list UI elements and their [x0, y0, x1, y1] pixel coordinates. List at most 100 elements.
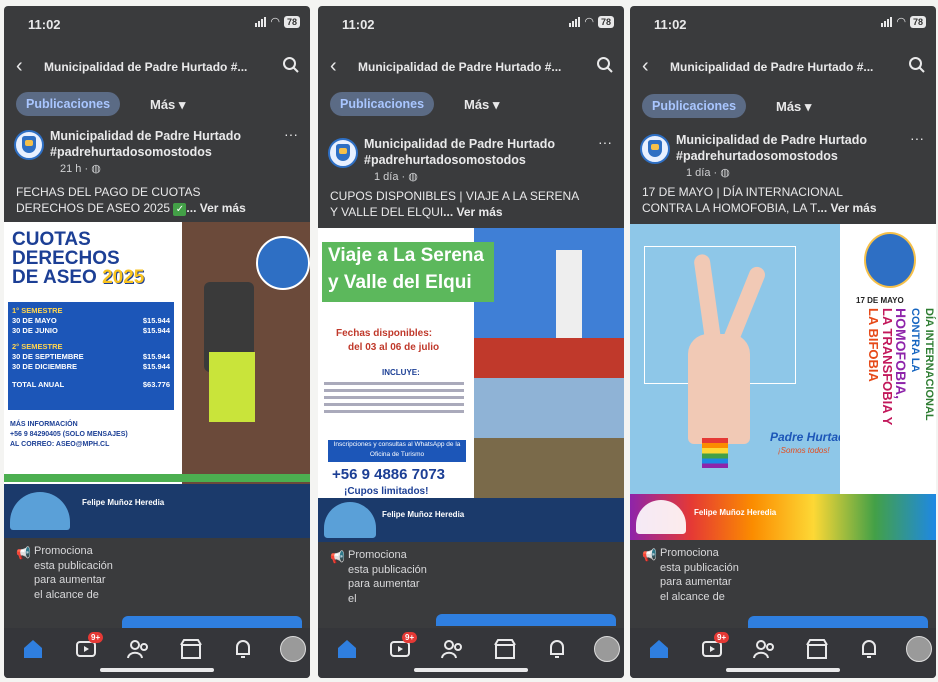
home-icon[interactable] — [646, 636, 672, 662]
author-name[interactable]: Municipalidad de Padre Hurtado — [676, 132, 906, 148]
bell-icon[interactable] — [544, 636, 570, 662]
marketplace-icon[interactable] — [804, 636, 830, 662]
bottom-nav: 9+ — [4, 628, 310, 678]
battery-icon: 78 — [597, 16, 614, 28]
wifi-icon: ◠ — [896, 16, 906, 28]
more-options-icon[interactable]: ··· — [598, 134, 612, 150]
megaphone-icon: 📢 — [16, 546, 31, 560]
wifi-icon: ◠ — [270, 16, 280, 28]
megaphone-icon: 📢 — [330, 550, 345, 564]
back-arrow-icon[interactable]: ‹ — [16, 55, 23, 78]
post-image-cuotas-aseo[interactable]: CUOTAS DERECHOS DE ASEO 2025 1° SEMESTRE… — [4, 222, 310, 538]
status-bar: 11:02 ◠ 78 — [630, 6, 936, 40]
poster-title-2: y Valle del Elqui — [328, 272, 472, 293]
tab-mas[interactable]: Más ▾ — [150, 97, 185, 113]
post-image-dia-homofobia[interactable]: Padre Hurtado ¡Somos todos! 17 DE MAYO D… — [630, 224, 936, 540]
author-hashtag[interactable]: #padrehurtadosomostodos — [364, 152, 594, 168]
more-options-icon[interactable]: ··· — [910, 130, 924, 146]
post-header: Municipalidad de Padre Hurtado #padrehur… — [4, 124, 310, 178]
mountain-logo-icon — [636, 500, 686, 534]
author-hashtag[interactable]: #padrehurtadosomostodos — [50, 144, 280, 160]
author-name[interactable]: Municipalidad de Padre Hurtado — [364, 136, 594, 152]
globe-icon: ◍ — [720, 167, 730, 179]
home-icon[interactable] — [334, 636, 360, 662]
globe-icon: ◍ — [91, 163, 101, 175]
phone-screen-3: 11:02 ◠ 78 ‹ Municipalidad de Padre Hurt… — [630, 6, 936, 678]
bell-icon[interactable] — [856, 636, 882, 662]
signal-icon — [881, 17, 893, 27]
post-meta: 21 h · ◍ — [60, 163, 101, 175]
marketplace-icon[interactable] — [178, 636, 204, 662]
profile-avatar[interactable] — [280, 636, 306, 662]
home-indicator — [414, 668, 528, 672]
battery-icon: 78 — [283, 16, 300, 28]
friends-icon[interactable] — [752, 636, 778, 662]
poster-title-1: CUOTAS — [12, 229, 91, 250]
avatar[interactable] — [640, 134, 670, 164]
promote-text: Promociona esta publicación para aumenta… — [34, 545, 113, 601]
author-name[interactable]: Municipalidad de Padre Hurtado — [50, 128, 280, 144]
mountain-logo-icon — [324, 502, 376, 538]
tab-publicaciones[interactable]: Publicaciones — [330, 92, 435, 116]
bell-icon[interactable] — [230, 636, 256, 662]
more-options-icon[interactable]: ··· — [284, 126, 298, 142]
friends-icon[interactable] — [440, 636, 466, 662]
municipal-seal-icon — [864, 232, 916, 288]
search-icon[interactable] — [282, 56, 300, 74]
poster-footer: Felipe Muñoz Heredia — [4, 484, 310, 538]
rainbow-flag-icon — [702, 438, 728, 468]
friends-icon[interactable] — [126, 636, 152, 662]
author-hashtag[interactable]: #padrehurtadosomostodos — [676, 148, 906, 164]
home-icon[interactable] — [20, 636, 46, 662]
profile-avatar[interactable] — [906, 636, 932, 662]
see-more-link[interactable]: ... Ver más — [443, 205, 502, 219]
bottom-nav: 9+ — [630, 628, 936, 678]
check-emoji-icon: ✓ — [173, 203, 187, 216]
globe-icon: ◍ — [408, 171, 418, 183]
tab-publicaciones[interactable]: Publicaciones — [16, 92, 121, 116]
marketplace-icon[interactable] — [492, 636, 518, 662]
tab-mas[interactable]: Más ▾ — [464, 97, 499, 113]
status-time: 11:02 — [654, 17, 687, 32]
back-arrow-icon[interactable]: ‹ — [642, 55, 649, 78]
mountain-logo-icon — [10, 492, 70, 530]
see-more-link[interactable]: ... Ver más — [186, 201, 245, 215]
tab-mas[interactable]: Más ▾ — [776, 99, 811, 115]
phone-screen-1: 11:02 ◠ 78 ‹ Municipalidad de Padre Hurt… — [4, 6, 310, 678]
home-indicator — [100, 668, 214, 672]
tab-publicaciones[interactable]: Publicaciones — [642, 94, 747, 118]
avatar[interactable] — [14, 130, 44, 160]
status-bar: 11:02 ◠ 78 — [4, 6, 310, 40]
boost-button[interactable] — [122, 616, 302, 628]
poster-footer: Felipe Muñoz Heredia — [630, 494, 936, 540]
search-icon[interactable] — [596, 56, 614, 74]
post-meta: 1 día · ◍ — [686, 167, 730, 179]
profile-avatar[interactable] — [594, 636, 620, 662]
post-image-viaje-la-serena[interactable]: Viaje a La Serena y Valle del Elqui Fech… — [318, 228, 624, 542]
wifi-icon: ◠ — [584, 16, 594, 28]
post-header: Municipalidad de Padre Hurtado #padrehur… — [630, 128, 936, 182]
status-time: 11:02 — [342, 17, 375, 32]
phone-screen-2: 11:02 ◠ 78 ‹ Municipalidad de Padre Hurt… — [318, 6, 624, 678]
tabs: Publicaciones Más ▾ — [630, 94, 936, 122]
promote-section: 📢 Promociona esta publicación para aumen… — [4, 538, 310, 628]
page-title: Municipalidad de Padre Hurtado #... — [44, 60, 248, 74]
top-bar: ‹ Municipalidad de Padre Hurtado #... — [318, 50, 624, 84]
page-title: Municipalidad de Padre Hurtado #... — [358, 60, 562, 74]
lighthouse — [556, 250, 582, 350]
see-more-link[interactable]: ... Ver más — [817, 201, 876, 215]
status-bar: 11:02 ◠ 78 — [318, 6, 624, 40]
home-indicator — [726, 668, 840, 672]
top-bar: ‹ Municipalidad de Padre Hurtado #... — [630, 50, 936, 84]
boost-button[interactable] — [436, 614, 616, 626]
tabs: Publicaciones Más ▾ — [318, 92, 624, 120]
avatar[interactable] — [328, 138, 358, 168]
search-icon[interactable] — [908, 56, 926, 74]
post-text: FECHAS DEL PAGO DE CUOTAS DERECHOS DE AS… — [16, 185, 246, 216]
poster-footer: Felipe Muñoz Heredia — [318, 498, 624, 542]
back-arrow-icon[interactable]: ‹ — [330, 55, 337, 78]
hand — [688, 334, 750, 444]
status-time: 11:02 — [28, 17, 61, 32]
tabs: Publicaciones Más ▾ — [4, 92, 310, 120]
boost-button[interactable] — [748, 616, 928, 628]
